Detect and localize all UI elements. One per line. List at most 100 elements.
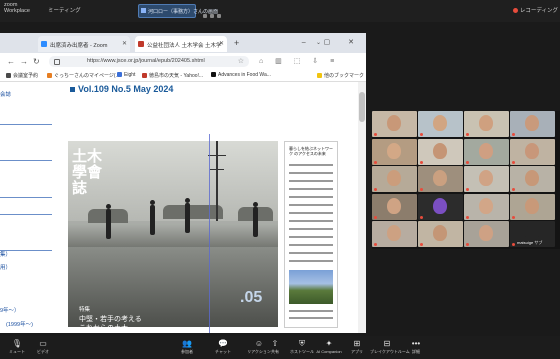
participant-video-tile[interactable] [510,138,555,165]
tab-label: 公益社団法人 土木学会 土木学 [147,43,222,49]
bookmark-item[interactable]: ぐっちーさんのマイページ(... [47,72,120,79]
mic-muted-icon [466,243,469,246]
participant-video-tile[interactable] [464,193,509,220]
toolbar-button[interactable]: ⊞ アプリ [340,339,374,355]
zoom-favicon-icon [41,41,47,47]
participant-video-tile[interactable] [418,111,463,137]
reload-icon[interactable]: ↻ [33,57,40,66]
text-line [289,196,333,198]
toolbar-button[interactable]: 👥 参加者 [170,339,204,355]
page-scrollbar[interactable] [358,82,366,333]
divider [0,124,52,125]
participant-video-tile[interactable] [464,221,509,247]
zoom-ratio-icon[interactable] [217,14,221,18]
mic-muted-icon [374,133,377,136]
bookmark-star-icon[interactable]: ☆ [238,57,244,65]
participant-face [433,197,447,214]
toolbar-button[interactable]: 💬 チャット [206,339,240,355]
mic-muted-icon [466,160,469,164]
participant-video-tile[interactable] [372,193,417,220]
participant-face [387,197,401,214]
meeting-title[interactable]: ミーティング [48,6,81,14]
new-tab-button[interactable]: + [234,38,239,48]
tab-label: 出席済み出席者 - Zoom [50,43,108,49]
divider [0,197,52,198]
participant-video-tile[interactable] [510,111,555,137]
address-bar[interactable]: https://www.jsce.or.jp/journal/epub/2024… [49,56,249,67]
running-child [185,198,190,233]
participant-video-tile[interactable] [510,193,555,220]
participant-video-tile[interactable] [464,138,509,165]
bookmark-icon [117,72,122,78]
participant-face [525,197,539,214]
browser-tab-zoom[interactable]: 出席済み出席者 - Zoom ✕ [38,36,130,52]
zoom-title-bar: zoom Workplace ミーティング 河口ロー（事務方）さんの画面 レコー… [0,0,560,22]
participant-video-tile[interactable] [464,111,509,137]
sidebar-link[interactable]: 会誌 [0,90,11,98]
back-icon[interactable]: ← [7,57,15,66]
participant-face [479,225,493,241]
recording-indicator[interactable]: レコーディング [512,6,558,14]
toolbar-button-icon: 👥 [182,339,192,348]
web-page-content: 会誌 集） 用） 9年〜） (1999年〜) Vol.109 No.5 May … [0,82,358,333]
browser-tab-jsce[interactable]: 公益社団法人 土木学会 土木学 ✕ [135,36,227,52]
participant-video-tile[interactable] [510,166,555,192]
scroll-thumb[interactable] [359,92,365,122]
bookmark-icon [142,73,147,79]
close-tab-icon[interactable]: ✕ [122,40,127,47]
text-line [289,228,333,230]
mic-muted-icon [512,243,515,246]
close-tab-icon[interactable]: ✕ [219,40,224,47]
magazine-back-page[interactable]: 暮らしを結ぶネットワーク のアクセスの未来 [284,141,338,328]
toolbar-button-label: チャット [215,349,231,354]
mic-muted-icon [374,188,377,191]
mic-muted-icon [512,188,515,191]
bookmark-item[interactable]: Advances in Food Wa... [211,72,271,78]
participant-video-tile[interactable] [418,221,463,247]
participant-video-tile[interactable]: matsuige サブ [510,221,555,247]
text-line [289,164,333,166]
view-options-icons[interactable] [203,5,233,18]
text-line [289,310,333,312]
text-line [289,188,333,190]
text-line [289,220,333,222]
layout-icon[interactable] [210,14,214,18]
participant-video-tile[interactable] [372,166,417,192]
window-controls[interactable]: – ▢ ✕ [302,38,362,46]
participant-video-tile[interactable] [418,193,463,220]
bookmark-icon [47,73,52,79]
mic-muted-icon [420,215,423,219]
sidebar-link[interactable]: (1999年〜) [6,320,33,328]
bookmark-item[interactable]: 会議室予約 [6,72,38,79]
bookmark-item[interactable]: 徳島市の天気 - Yahoo!... [142,72,203,79]
toolbar-button[interactable]: ▭ ビデオ [26,339,60,355]
mic-muted-icon [512,160,515,164]
participant-face [479,170,493,186]
jsce-favicon-icon [138,41,144,47]
lock-icon [54,59,60,65]
text-line [289,317,333,319]
participant-video-tile[interactable] [418,138,463,165]
sidebar-link[interactable]: 9年〜） [0,306,20,314]
sidebar-link[interactable]: 用） [0,263,11,271]
screen-share-indicator[interactable]: 河口ロー（事務方）さんの画面 [138,4,218,18]
sidebar-link[interactable]: 集） [0,250,11,258]
text-line [289,252,333,254]
participant-video-tile[interactable] [464,166,509,192]
participant-video-tile[interactable] [418,166,463,192]
browser-toolbar-icons[interactable]: ⌂ ▥ ⬚ ⇩ ≡ [259,57,339,65]
view-icon[interactable] [203,14,207,18]
toolbar-button[interactable]: ••• 詳細 [399,339,433,355]
magazine-cover[interactable]: 土木學會誌 特集 中堅・若手の考える これからの土木 .05 [68,141,278,332]
mic-muted-icon [466,133,469,136]
participant-face [433,170,447,186]
mic-muted-icon [420,188,423,191]
forward-icon[interactable]: → [20,57,28,66]
url-text: https://www.jsce.or.jp/journal/epub/2024… [87,58,205,64]
participant-video-tile[interactable] [372,111,417,137]
bookmark-item[interactable]: Eight [117,72,135,78]
participant-video-tile[interactable] [372,221,417,247]
bookmark-item[interactable]: 他のブックマーク [317,72,364,79]
participant-video-tile[interactable] [372,138,417,165]
page-spread-divider [209,134,210,333]
